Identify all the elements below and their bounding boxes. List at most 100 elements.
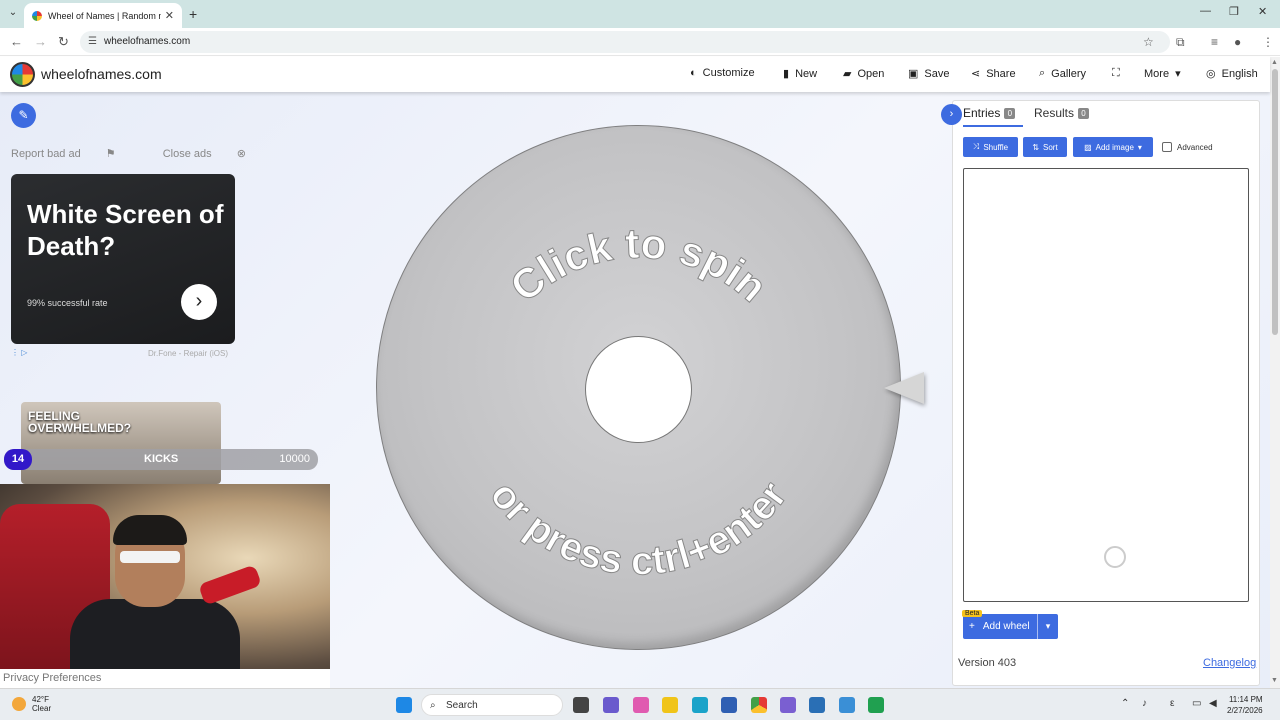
tab-entries[interactable]: Entries 0 (963, 106, 1016, 120)
menu-open[interactable]: ▰ Open (843, 67, 885, 81)
advanced-checkbox[interactable] (1162, 142, 1172, 152)
chrome-icon[interactable] (751, 697, 767, 713)
ad-choices-icon[interactable]: ⋮ ▷ (11, 348, 27, 357)
copilot-icon[interactable] (633, 697, 649, 713)
tray-chevron-icon[interactable]: ⌃ (1121, 698, 1129, 709)
obs-icon[interactable] (868, 697, 884, 713)
entries-count-badge: 0 (1004, 108, 1016, 119)
language-icon[interactable]: ε (1170, 698, 1174, 709)
edit-pencil-button[interactable]: ✎ (11, 103, 36, 128)
scrollbar-thumb[interactable] (1272, 69, 1278, 335)
shuffle-button[interactable]: ⤨ Shuffle (963, 137, 1018, 157)
restore-icon[interactable]: ❐ (1229, 5, 1239, 18)
beta-badge: Beta (962, 610, 983, 617)
fullscreen-button[interactable]: ⛶ (1112, 67, 1120, 80)
bookmark-star-icon[interactable]: ☆ (1143, 35, 1154, 49)
folder-icon: ▰ (843, 68, 852, 80)
tab-label: Entries (963, 106, 1001, 120)
edge-icon[interactable] (692, 697, 708, 713)
chevron-down-icon: ▾ (1175, 68, 1181, 80)
main-area: ✎ Report bad ad ⚑ Close ads ⊗ White Scre… (0, 92, 1270, 688)
add-wheel-button[interactable]: + Add wheel ▾ (963, 614, 1058, 639)
menu-gallery[interactable]: ⌕ Gallery (1039, 67, 1086, 80)
changelog-link[interactable]: Changelog (1203, 657, 1256, 669)
wheel-logo-icon[interactable] (10, 62, 35, 87)
sort-icon: ⇅ (1032, 142, 1040, 152)
add-wheel-main[interactable]: + Add wheel (963, 621, 1037, 632)
menu-label: Share (986, 67, 1016, 80)
privacy-preferences-link[interactable]: Privacy Preferences (0, 669, 330, 688)
scroll-down-icon[interactable]: ▼ (1271, 677, 1278, 684)
menu-customize[interactable]: ◐ Customize (690, 67, 755, 79)
wheel-hub[interactable] (585, 336, 692, 443)
profile-avatar-icon[interactable]: ● (1234, 35, 1241, 49)
close-ads-link[interactable]: Close ads ⊗ (163, 148, 268, 160)
address-bar-row: ← → ↻ ☰ wheelofnames.com ☆ ⧉ ≡ ● ⋮ (0, 28, 1280, 56)
add-wheel-dropdown-icon[interactable]: ▾ (1037, 614, 1058, 639)
shuffle-icon: ⤨ (972, 142, 980, 151)
taskbar-search-label: Search (446, 700, 478, 711)
add-wheel-label: Add wheel (982, 621, 1030, 632)
volume-icon[interactable]: ◀ (1209, 698, 1217, 709)
reload-icon[interactable]: ↻ (58, 34, 69, 50)
menu-more[interactable]: More ▾ (1144, 67, 1181, 81)
back-icon[interactable]: ← (10, 34, 23, 49)
extensions-icon[interactable]: ⧉ (1176, 35, 1185, 50)
app-icon[interactable] (839, 697, 855, 713)
store-icon[interactable] (721, 697, 737, 713)
taskbar-search[interactable]: ⌕ Search (421, 694, 563, 716)
browser-tab[interactable]: Wheel of Names | Random nam ✕ (24, 3, 182, 28)
browser-menu-icon[interactable]: ⋮ (1262, 35, 1274, 49)
hoodie (70, 599, 240, 669)
sort-button[interactable]: ⇅ Sort (1023, 137, 1067, 157)
report-bad-ad-label: Report bad ad (11, 148, 81, 160)
system-clock[interactable]: 11:14 PM 2/27/2026 (1227, 694, 1263, 716)
discord-icon[interactable] (780, 697, 796, 713)
site-brand[interactable]: wheelofnames.com (41, 66, 162, 82)
menu-save[interactable]: ▣ Save (908, 67, 950, 81)
steam-icon[interactable] (809, 697, 825, 713)
menu-share[interactable]: ⋖ Share (971, 67, 1016, 81)
tab-search-icon[interactable]: ⌄ (6, 6, 20, 20)
site-info-icon[interactable]: ☰ (88, 31, 97, 53)
minimize-icon[interactable]: — (1200, 5, 1211, 17)
browser-tab-bar: ⌄ Wheel of Names | Random nam ✕ + — ❐ ✕ (0, 0, 1280, 28)
reading-list-icon[interactable]: ≡ (1211, 35, 1218, 49)
menu-label: New (795, 67, 818, 80)
advertisement[interactable]: White Screen of Death? 99% successful ra… (11, 174, 235, 344)
stream-video-thumbnail: FEELING OVERWHELMED? (21, 402, 221, 484)
ad-sponsor: Dr.Fone - Repair (iOS) (148, 349, 229, 358)
forward-icon[interactable]: → (34, 34, 47, 49)
url-field[interactable]: ☰ wheelofnames.com (80, 31, 1170, 53)
menu-label: Open (857, 67, 885, 80)
add-image-label: Add image (1095, 142, 1134, 152)
menu-label: Save (924, 67, 950, 80)
collapse-panel-icon[interactable]: › (941, 104, 962, 125)
site-header: wheelofnames.com ◐ Customize ▮ New ▰ Ope… (0, 57, 1270, 92)
add-image-button[interactable]: ▨ Add image ▾ (1073, 137, 1153, 157)
page-scrollbar[interactable]: ▲ ▼ (1270, 57, 1280, 688)
microphone-icon[interactable]: ♪ (1142, 698, 1147, 709)
weather-widget[interactable]: 42°F Clear (12, 695, 51, 713)
file-explorer-icon[interactable] (662, 697, 678, 713)
close-window-icon[interactable]: ✕ (1258, 5, 1267, 18)
tab-results[interactable]: Results 0 (1034, 106, 1090, 120)
task-view-icon[interactable] (573, 697, 589, 713)
kicks-value: 10000 (279, 453, 310, 465)
teams-icon[interactable] (603, 697, 619, 713)
close-ads-label: Close ads (162, 148, 212, 160)
entries-textarea[interactable] (963, 168, 1249, 602)
advanced-toggle[interactable]: Advanced (1162, 142, 1213, 152)
close-tab-icon[interactable]: ✕ (165, 9, 174, 22)
windows-start-icon[interactable] (396, 697, 412, 713)
report-bad-ad-link[interactable]: Report bad ad ⚑ (11, 148, 138, 160)
scroll-up-icon[interactable]: ▲ (1271, 59, 1278, 66)
menu-new[interactable]: ▮ New (783, 67, 818, 81)
menu-label: Gallery (1051, 67, 1087, 80)
new-tab-icon[interactable]: + (189, 6, 197, 22)
menu-language[interactable]: ◎ English (1206, 67, 1258, 81)
wheel-bottom-textpath: or press ctrl+enter (481, 473, 796, 584)
clock-time: 11:14 PM (1228, 695, 1263, 704)
network-icon[interactable]: ▭ (1192, 698, 1201, 709)
ad-arrow-icon[interactable]: › (181, 284, 217, 320)
